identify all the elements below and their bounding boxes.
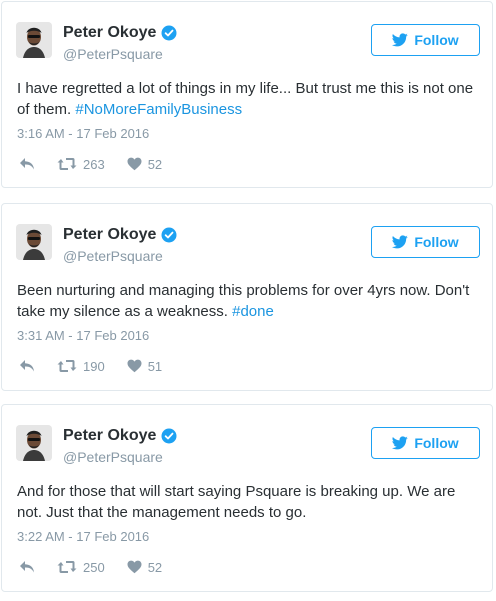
verified-badge-icon — [161, 428, 177, 444]
retweet-button[interactable]: 190 — [57, 359, 105, 374]
verified-badge-icon — [161, 25, 177, 41]
tweet-card: Peter Okoye @PeterPsquare Follow Been nu… — [1, 203, 493, 391]
timestamp[interactable]: 3:31 AM - 17 Feb 2016 — [17, 328, 149, 343]
retweet-count: 263 — [83, 156, 105, 172]
verified-badge-icon — [161, 227, 177, 243]
display-name-text[interactable]: Peter Okoye — [63, 427, 156, 445]
retweet-icon — [57, 360, 77, 372]
twitter-bird-icon — [392, 436, 409, 450]
follow-button[interactable]: Follow — [371, 24, 480, 56]
avatar[interactable] — [16, 22, 52, 58]
user-handle[interactable]: @PeterPsquare — [63, 248, 163, 264]
reply-button[interactable] — [19, 560, 35, 574]
follow-button[interactable]: Follow — [371, 226, 480, 258]
follow-button-label: Follow — [414, 32, 459, 48]
like-button[interactable]: 51 — [127, 359, 162, 374]
display-name[interactable]: Peter Okoye — [63, 24, 177, 42]
follow-button[interactable]: Follow — [371, 427, 480, 459]
like-count: 52 — [147, 156, 163, 172]
timestamp[interactable]: 3:16 AM - 17 Feb 2016 — [17, 126, 149, 141]
twitter-bird-icon — [392, 235, 409, 249]
tweet-text-body: And for those that will start saying Psq… — [17, 483, 456, 521]
reply-button[interactable] — [19, 359, 35, 373]
heart-icon — [127, 560, 142, 574]
reply-icon — [20, 360, 34, 372]
tweet-text: And for those that will start saying Psq… — [17, 481, 477, 523]
display-name-text[interactable]: Peter Okoye — [63, 226, 156, 244]
like-button[interactable]: 52 — [127, 157, 162, 172]
display-name[interactable]: Peter Okoye — [63, 226, 177, 244]
user-handle[interactable]: @PeterPsquare — [63, 449, 163, 465]
tweet-text: Been nurturing and managing this problem… — [17, 280, 477, 322]
retweet-button[interactable]: 263 — [57, 157, 105, 172]
display-name-text[interactable]: Peter Okoye — [63, 24, 156, 42]
timestamp[interactable]: 3:22 AM - 17 Feb 2016 — [17, 529, 149, 544]
heart-icon — [127, 359, 142, 373]
reply-icon — [20, 561, 34, 573]
tweet-actions: 263 52 — [19, 155, 184, 173]
tweet-actions: 250 52 — [19, 558, 184, 576]
avatar[interactable] — [16, 425, 52, 461]
retweet-icon — [57, 561, 77, 573]
twitter-bird-icon — [392, 33, 409, 47]
reply-button[interactable] — [19, 157, 35, 171]
like-count: 51 — [147, 358, 163, 374]
heart-icon — [127, 157, 142, 171]
retweet-icon — [57, 158, 77, 170]
retweet-count: 250 — [83, 559, 105, 575]
retweet-button[interactable]: 250 — [57, 560, 105, 575]
reply-icon — [20, 158, 34, 170]
tweet-actions: 190 51 — [19, 357, 184, 375]
tweet-card: Peter Okoye @PeterPsquare Follow I have … — [1, 1, 493, 188]
hashtag-link[interactable]: #NoMoreFamilyBusiness — [75, 101, 242, 118]
retweet-count: 190 — [83, 358, 105, 374]
user-handle[interactable]: @PeterPsquare — [63, 46, 163, 62]
display-name[interactable]: Peter Okoye — [63, 427, 177, 445]
tweet-card: Peter Okoye @PeterPsquare Follow And for… — [1, 404, 493, 592]
like-button[interactable]: 52 — [127, 560, 162, 575]
tweet-text: I have regretted a lot of things in my l… — [17, 78, 477, 120]
like-count: 52 — [147, 559, 163, 575]
avatar[interactable] — [16, 224, 52, 260]
hashtag-link[interactable]: #done — [232, 303, 274, 320]
follow-button-label: Follow — [414, 234, 459, 250]
follow-button-label: Follow — [414, 435, 459, 451]
